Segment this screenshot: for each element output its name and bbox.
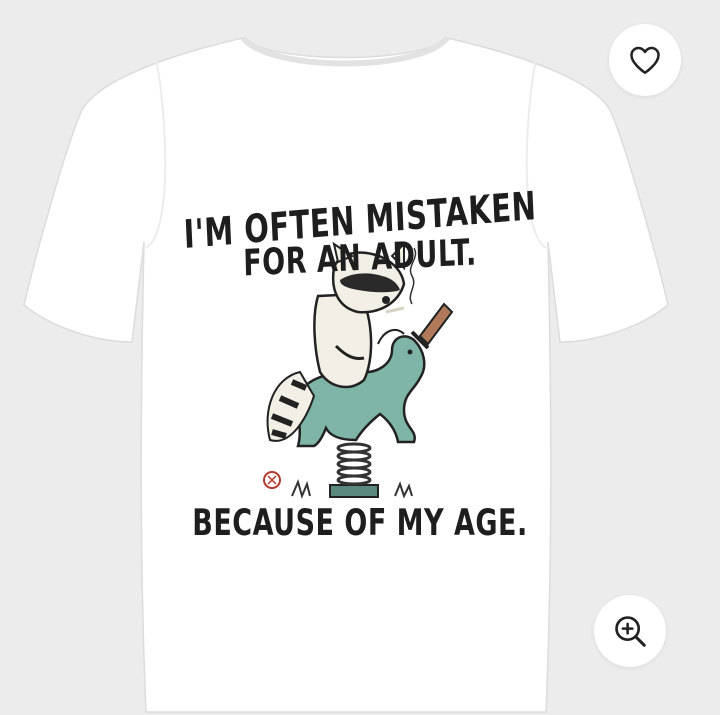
zoom-button[interactable] — [594, 595, 666, 667]
print-text-line-3: BECAUSE OF MY AGE. — [192, 502, 528, 545]
product-image-viewer: I'M OFTEN MISTAKEN FOR AN ADULT. BECAUSE… — [0, 0, 720, 715]
wishlist-button[interactable] — [609, 24, 681, 96]
heart-outline-icon — [630, 46, 660, 75]
zoom-in-icon — [615, 616, 646, 647]
